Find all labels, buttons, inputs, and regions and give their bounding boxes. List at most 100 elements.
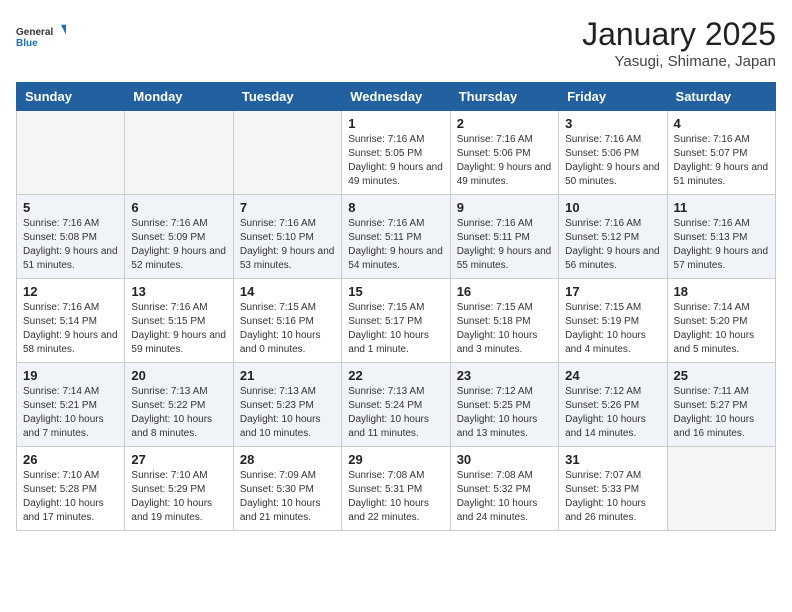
cell-date-number: 4 <box>674 116 769 131</box>
calendar-week-row: 19 Sunrise: 7:14 AM Sunset: 5:21 PM Dayli… <box>17 363 776 447</box>
cell-info-text: Sunrise: 7:13 AM Sunset: 5:24 PM Dayligh… <box>348 385 443 441</box>
cell-date-number: 18 <box>674 284 769 299</box>
table-row <box>667 447 775 531</box>
cell-date-number: 2 <box>457 116 552 131</box>
cell-date-number: 3 <box>565 116 660 131</box>
table-row: 17 Sunrise: 7:15 AM Sunset: 5:19 PM Dayli… <box>559 279 667 363</box>
table-row: 25 Sunrise: 7:11 AM Sunset: 5:27 PM Dayli… <box>667 363 775 447</box>
cell-info-text: Sunrise: 7:16 AM Sunset: 5:06 PM Dayligh… <box>457 133 552 189</box>
col-wednesday: Wednesday <box>342 83 450 111</box>
cell-date-number: 24 <box>565 368 660 383</box>
cell-info-text: Sunrise: 7:16 AM Sunset: 5:11 PM Dayligh… <box>457 217 552 273</box>
cell-date-number: 31 <box>565 452 660 467</box>
cell-date-number: 17 <box>565 284 660 299</box>
table-row: 21Sunrise: 7:13 AM Sunset: 5:23 PM Dayli… <box>233 363 341 447</box>
cell-info-text: Sunrise: 7:12 AM Sunset: 5:26 PM Dayligh… <box>565 385 660 441</box>
cell-info-text: Sunrise: 7:10 AM Sunset: 5:29 PM Dayligh… <box>131 469 226 525</box>
table-row: 20Sunrise: 7:13 AM Sunset: 5:22 PM Dayli… <box>125 363 233 447</box>
calendar-subtitle: Yasugi, Shimane, Japan <box>582 53 776 70</box>
table-row: 16 Sunrise: 7:15 AM Sunset: 5:18 PM Dayli… <box>450 279 558 363</box>
col-sunday: Sunday <box>17 83 125 111</box>
table-row: 23 Sunrise: 7:12 AM Sunset: 5:25 PM Dayli… <box>450 363 558 447</box>
table-row: 28Sunrise: 7:09 AM Sunset: 5:30 PM Dayli… <box>233 447 341 531</box>
cell-date-number: 15 <box>348 284 443 299</box>
cell-info-text: Sunrise: 7:15 AM Sunset: 5:17 PM Dayligh… <box>348 301 443 357</box>
table-row: 15 Sunrise: 7:15 AM Sunset: 5:17 PM Dayli… <box>342 279 450 363</box>
cell-info-text: Sunrise: 7:10 AM Sunset: 5:28 PM Dayligh… <box>23 469 118 525</box>
cell-date-number: 16 <box>457 284 552 299</box>
cell-info-text: Sunrise: 7:14 AM Sunset: 5:21 PM Dayligh… <box>23 385 118 441</box>
table-row: 3Sunrise: 7:16 AM Sunset: 5:06 PM Daylig… <box>559 111 667 195</box>
table-row: 11 Sunrise: 7:16 AM Sunset: 5:13 PM Dayli… <box>667 195 775 279</box>
cell-date-number: 10 <box>565 200 660 215</box>
cell-date-number: 8 <box>348 200 443 215</box>
cell-date-number: 26 <box>23 452 118 467</box>
table-row: 18 Sunrise: 7:14 AM Sunset: 5:20 PM Dayli… <box>667 279 775 363</box>
calendar-week-row: 26 Sunrise: 7:10 AM Sunset: 5:28 PM Dayli… <box>17 447 776 531</box>
title-area: January 2025 Yasugi, Shimane, Japan <box>582 16 776 70</box>
cell-info-text: Sunrise: 7:08 AM Sunset: 5:31 PM Dayligh… <box>348 469 443 525</box>
cell-info-text: Sunrise: 7:14 AM Sunset: 5:20 PM Dayligh… <box>674 301 769 357</box>
cell-date-number: 11 <box>674 200 769 215</box>
table-row: 27 Sunrise: 7:10 AM Sunset: 5:29 PM Dayli… <box>125 447 233 531</box>
table-row: 26 Sunrise: 7:10 AM Sunset: 5:28 PM Dayli… <box>17 447 125 531</box>
table-row: 24 Sunrise: 7:12 AM Sunset: 5:26 PM Dayli… <box>559 363 667 447</box>
table-row: 10 Sunrise: 7:16 AM Sunset: 5:12 PM Dayli… <box>559 195 667 279</box>
table-row: 9 Sunrise: 7:16 AM Sunset: 5:11 PM Daylig… <box>450 195 558 279</box>
cell-info-text: Sunrise: 7:15 AM Sunset: 5:18 PM Dayligh… <box>457 301 552 357</box>
cell-date-number: 29 <box>348 452 443 467</box>
table-row: 19 Sunrise: 7:14 AM Sunset: 5:21 PM Dayli… <box>17 363 125 447</box>
logo-svg: General Blue <box>16 16 66 56</box>
col-monday: Monday <box>125 83 233 111</box>
cell-info-text: Sunrise: 7:16 AM Sunset: 5:12 PM Dayligh… <box>565 217 660 273</box>
calendar-table: Sunday Monday Tuesday Wednesday Thursday… <box>16 82 776 531</box>
col-saturday: Saturday <box>667 83 775 111</box>
cell-date-number: 30 <box>457 452 552 467</box>
cell-info-text: Sunrise: 7:15 AM Sunset: 5:16 PM Dayligh… <box>240 301 335 357</box>
calendar-week-row: 5 Sunrise: 7:16 AM Sunset: 5:08 PM Daylig… <box>17 195 776 279</box>
cell-info-text: Sunrise: 7:16 AM Sunset: 5:05 PM Dayligh… <box>348 133 443 189</box>
svg-text:General: General <box>16 27 53 38</box>
cell-info-text: Sunrise: 7:12 AM Sunset: 5:25 PM Dayligh… <box>457 385 552 441</box>
cell-date-number: 1 <box>348 116 443 131</box>
table-row: 30Sunrise: 7:08 AM Sunset: 5:32 PM Dayli… <box>450 447 558 531</box>
table-row <box>17 111 125 195</box>
table-row: 14Sunrise: 7:15 AM Sunset: 5:16 PM Dayli… <box>233 279 341 363</box>
table-row: 29 Sunrise: 7:08 AM Sunset: 5:31 PM Dayli… <box>342 447 450 531</box>
svg-text:Blue: Blue <box>16 38 38 49</box>
cell-info-text: Sunrise: 7:16 AM Sunset: 5:09 PM Dayligh… <box>131 217 226 273</box>
cell-info-text: Sunrise: 7:16 AM Sunset: 5:10 PM Dayligh… <box>240 217 335 273</box>
table-row: 31 Sunrise: 7:07 AM Sunset: 5:33 PM Dayli… <box>559 447 667 531</box>
cell-date-number: 21 <box>240 368 335 383</box>
col-thursday: Thursday <box>450 83 558 111</box>
cell-info-text: Sunrise: 7:16 AM Sunset: 5:15 PM Dayligh… <box>131 301 226 357</box>
cell-info-text: Sunrise: 7:07 AM Sunset: 5:33 PM Dayligh… <box>565 469 660 525</box>
col-friday: Friday <box>559 83 667 111</box>
table-row: 2 Sunrise: 7:16 AM Sunset: 5:06 PM Daylig… <box>450 111 558 195</box>
table-row: 13Sunrise: 7:16 AM Sunset: 5:15 PM Dayli… <box>125 279 233 363</box>
cell-info-text: Sunrise: 7:11 AM Sunset: 5:27 PM Dayligh… <box>674 385 769 441</box>
header: General Blue January 2025 Yasugi, Shiman… <box>16 16 776 70</box>
table-row: 12Sunrise: 7:16 AM Sunset: 5:14 PM Dayli… <box>17 279 125 363</box>
cell-info-text: Sunrise: 7:16 AM Sunset: 5:08 PM Dayligh… <box>23 217 118 273</box>
table-row: 7Sunrise: 7:16 AM Sunset: 5:10 PM Daylig… <box>233 195 341 279</box>
calendar-title: January 2025 <box>582 16 776 53</box>
table-row <box>233 111 341 195</box>
cell-date-number: 25 <box>674 368 769 383</box>
cell-info-text: Sunrise: 7:16 AM Sunset: 5:13 PM Dayligh… <box>674 217 769 273</box>
cell-info-text: Sunrise: 7:15 AM Sunset: 5:19 PM Dayligh… <box>565 301 660 357</box>
cell-date-number: 27 <box>131 452 226 467</box>
cell-date-number: 20 <box>131 368 226 383</box>
table-row: 8Sunrise: 7:16 AM Sunset: 5:11 PM Daylig… <box>342 195 450 279</box>
cell-date-number: 9 <box>457 200 552 215</box>
cell-date-number: 28 <box>240 452 335 467</box>
cell-date-number: 23 <box>457 368 552 383</box>
table-row: 6 Sunrise: 7:16 AM Sunset: 5:09 PM Daylig… <box>125 195 233 279</box>
calendar-week-row: 1 Sunrise: 7:16 AM Sunset: 5:05 PM Daylig… <box>17 111 776 195</box>
table-row <box>125 111 233 195</box>
cell-date-number: 22 <box>348 368 443 383</box>
cell-date-number: 6 <box>131 200 226 215</box>
calendar-header-row: Sunday Monday Tuesday Wednesday Thursday… <box>17 83 776 111</box>
cell-date-number: 5 <box>23 200 118 215</box>
cell-date-number: 19 <box>23 368 118 383</box>
